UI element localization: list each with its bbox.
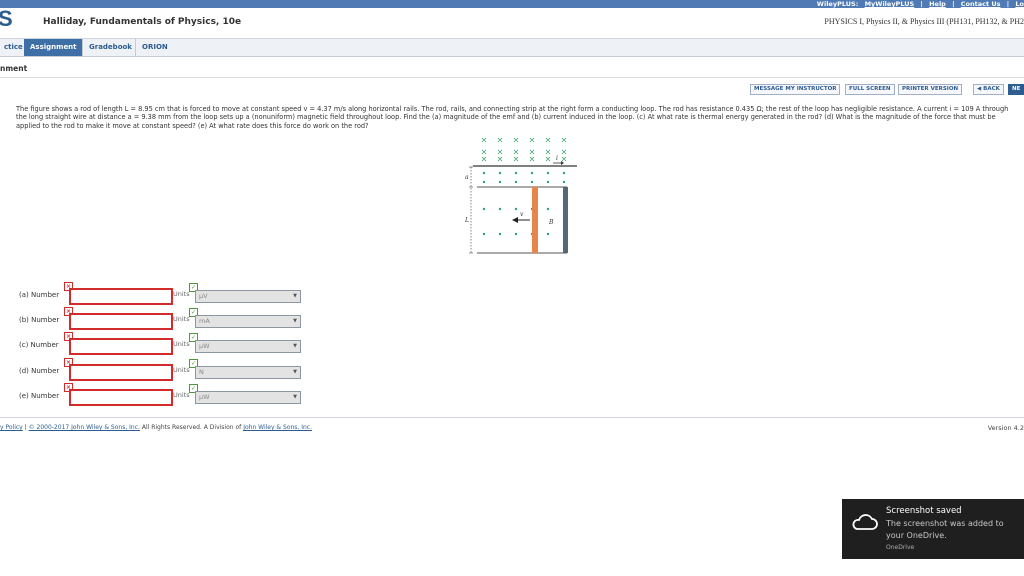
next-button[interactable]: NE: [1008, 84, 1024, 95]
units-label: Units: [173, 366, 190, 374]
field-label: B: [548, 219, 554, 226]
privacy-policy-link[interactable]: y Policy: [0, 424, 23, 431]
units-select-a[interactable]: μV ▼: [195, 290, 301, 303]
units-select-d[interactable]: N ▼: [195, 366, 301, 379]
version-text: Version 4.2: [987, 424, 1024, 432]
units-label: Units: [173, 340, 190, 348]
number-input-d[interactable]: [69, 364, 173, 381]
problem-figure: i v B a L: [464, 137, 585, 263]
main-nav: ctice Assignment Gradebook ORION: [0, 39, 1024, 57]
units-label: Units: [173, 391, 190, 399]
distance-a-label: a: [465, 174, 469, 181]
contact-us-link[interactable]: Contact Us: [961, 0, 1001, 8]
log-link[interactable]: Lo: [1015, 0, 1024, 8]
toast-source: OneDrive: [886, 544, 915, 551]
chevron-down-icon: ▼: [293, 343, 297, 349]
tab-orion[interactable]: ORION: [135, 39, 174, 56]
answer-label: (b) Number: [19, 316, 60, 324]
chevron-down-icon: ▼: [293, 293, 297, 299]
units-label: Units: [173, 315, 190, 323]
answer-label: (e) Number: [19, 392, 60, 400]
toast-message: The screenshot was added to your OneDriv…: [886, 519, 1004, 540]
chevron-down-icon: ▼: [293, 318, 297, 324]
units-select-c[interactable]: μW ▼: [195, 340, 301, 353]
answer-label: (d) Number: [19, 367, 60, 375]
number-input-c[interactable]: [69, 338, 173, 355]
toast-title: Screenshot saved: [886, 506, 962, 516]
rights-text: All Rights Reserved. A Division of: [141, 424, 242, 431]
copyright-link[interactable]: © 2000-2017 John Wiley & Sons, Inc.: [29, 424, 140, 431]
course-title: PHYSICS I, Physics II, & Physics III (PH…: [824, 17, 1024, 26]
footer-separator: |: [24, 424, 27, 431]
answer-label: (c) Number: [19, 341, 59, 349]
number-input-b[interactable]: [69, 313, 173, 330]
tab-assignment[interactable]: Assignment: [24, 39, 83, 56]
velocity-label: v: [520, 211, 524, 218]
current-label: i: [556, 155, 558, 162]
length-L-label: L: [465, 217, 469, 224]
current-arrowhead: [561, 161, 564, 165]
units-select-b[interactable]: mA ▼: [195, 315, 301, 328]
chevron-down-icon: ▼: [293, 394, 297, 400]
full-screen-button[interactable]: FULL SCREEN: [845, 84, 895, 95]
velocity-arrowhead: [512, 217, 518, 223]
cloud-icon: [852, 514, 878, 530]
brand-label: WileyPLUS:: [816, 0, 859, 8]
header: S Halliday, Fundamentals of Physics, 10e…: [0, 6, 1024, 39]
rod-rails-diagram: i v B a L: [464, 137, 577, 254]
back-button[interactable]: ◀ BACK: [973, 84, 1004, 95]
book-title: Halliday, Fundamentals of Physics, 10e: [43, 17, 242, 27]
units-label: Units: [173, 290, 190, 298]
number-input-a[interactable]: [69, 288, 173, 305]
number-input-e[interactable]: [69, 389, 173, 406]
field-into-page-marks: [481, 137, 567, 162]
footer-divider: [0, 417, 1024, 418]
wiley-company-link[interactable]: John Wiley & Sons, Inc.: [243, 424, 312, 431]
page-title: nment: [0, 64, 28, 73]
top-links: WileyPLUS: MyWileyPLUS | Help | Contact …: [816, 0, 1024, 8]
tab-gradebook[interactable]: Gradebook: [82, 39, 138, 56]
wileyplus-logo[interactable]: S: [0, 6, 13, 32]
help-link[interactable]: Help: [929, 0, 946, 8]
footer: y Policy | © 2000-2017 John Wiley & Sons…: [0, 424, 312, 431]
onedrive-toast[interactable]: Screenshot saved The screenshot was adde…: [842, 499, 1024, 559]
moving-rod: [532, 187, 538, 253]
units-select-e[interactable]: μW ▼: [195, 391, 301, 404]
my-wileyplus-link[interactable]: MyWileyPLUS: [865, 0, 915, 8]
answer-label: (a) Number: [19, 291, 60, 299]
connecting-strip: [563, 187, 568, 253]
printer-version-button[interactable]: PRINTER VERSION: [898, 84, 963, 95]
divider: [0, 77, 1024, 78]
chevron-down-icon: ▼: [293, 369, 297, 375]
message-instructor-button[interactable]: MESSAGE MY INSTRUCTOR: [750, 84, 841, 95]
problem-text: The figure shows a rod of length L = 8.9…: [16, 105, 1009, 130]
